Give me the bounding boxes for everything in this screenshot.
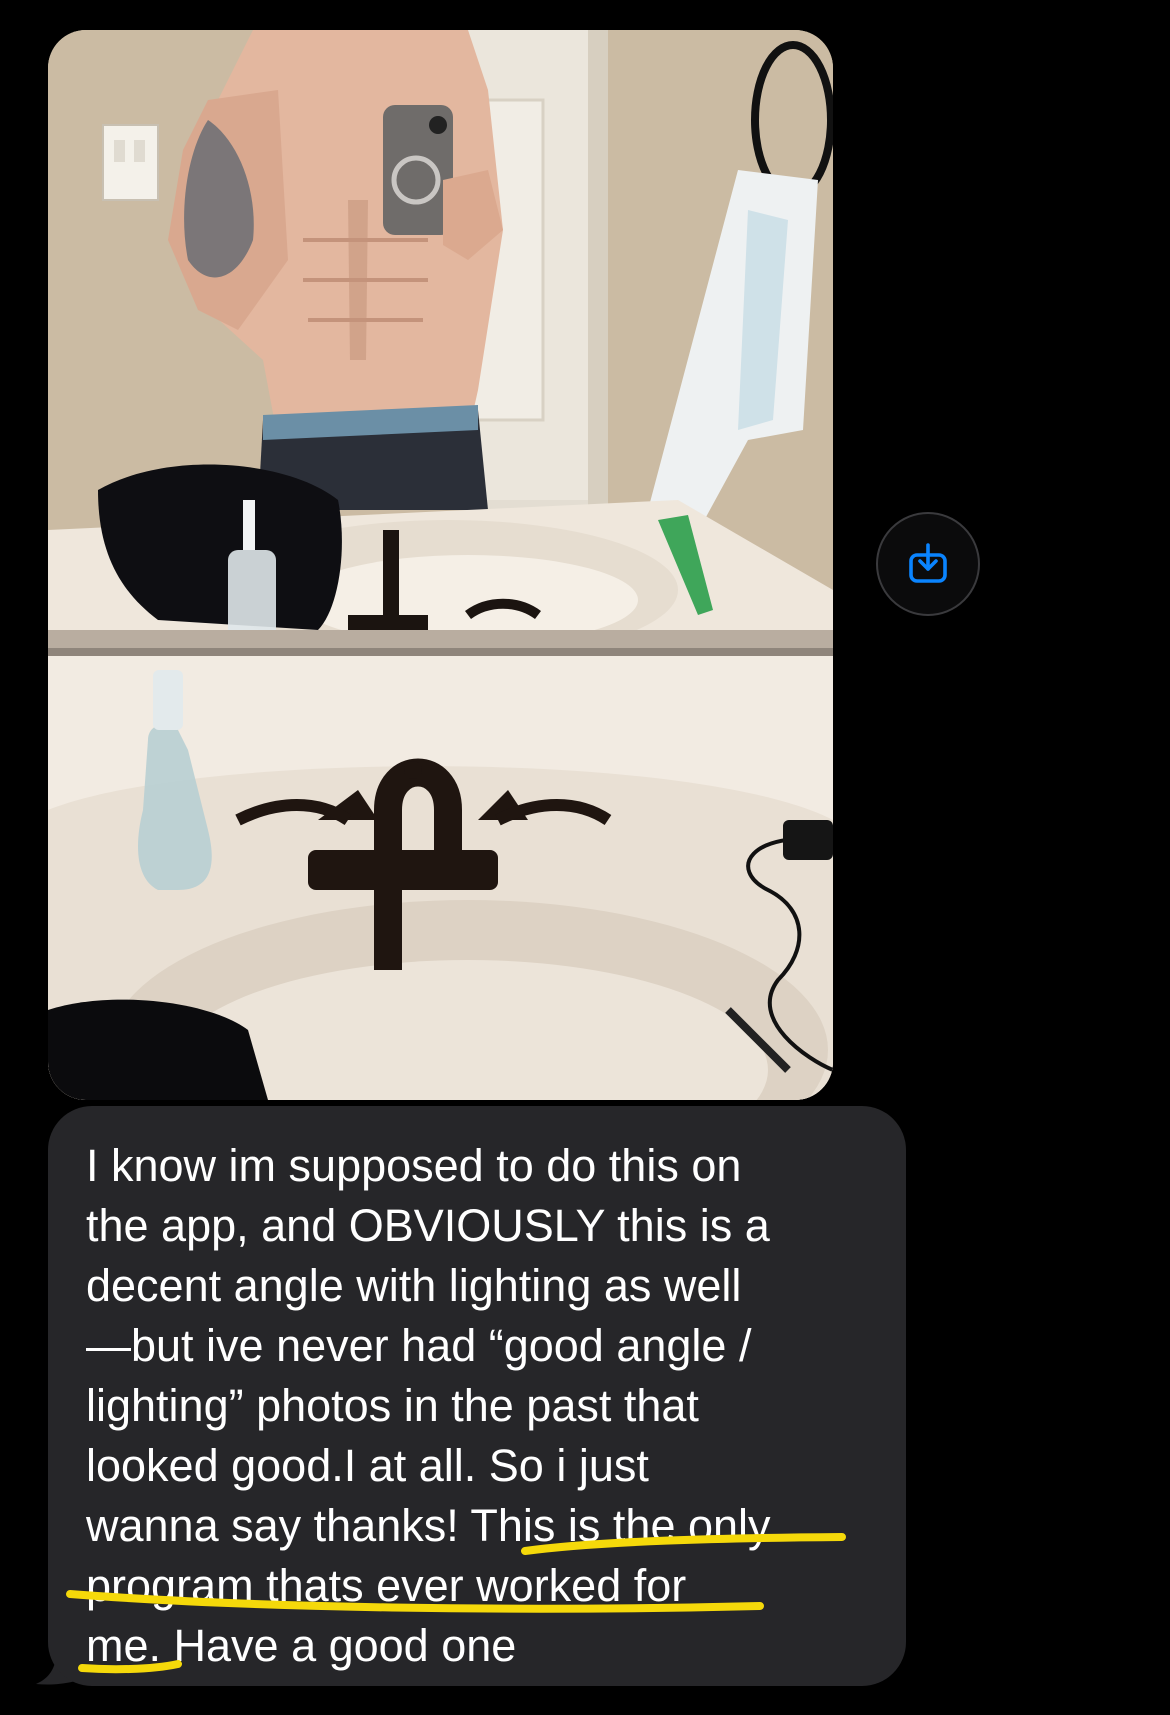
bathroom-mirror-selfie-image [48, 30, 833, 1100]
message-line: me. Have a good one [86, 1620, 517, 1671]
message-line: decent angle with lighting as well [86, 1260, 742, 1311]
message-line: —but ive never had “good angle / [86, 1320, 752, 1371]
message-line: program thats ever worked for [86, 1560, 687, 1611]
message-line: I know im supposed to do this on [86, 1140, 742, 1191]
message-thread: I know im supposed to do this on the app… [0, 0, 1170, 1715]
message-bubble[interactable]: I know im supposed to do this on the app… [48, 1106, 906, 1686]
message-line: wanna say thanks! This is the only [86, 1500, 771, 1551]
message-line: looked good.I at all. So i just [86, 1440, 649, 1491]
message-text: I know im supposed to do this on the app… [86, 1136, 876, 1676]
message-line: the app, and OBVIOUSLY this is a [86, 1200, 770, 1251]
message-line: lighting” photos in the past that [86, 1380, 699, 1431]
download-icon [909, 543, 947, 583]
photo-attachment[interactable] [48, 30, 833, 1100]
save-image-button[interactable] [876, 512, 980, 616]
